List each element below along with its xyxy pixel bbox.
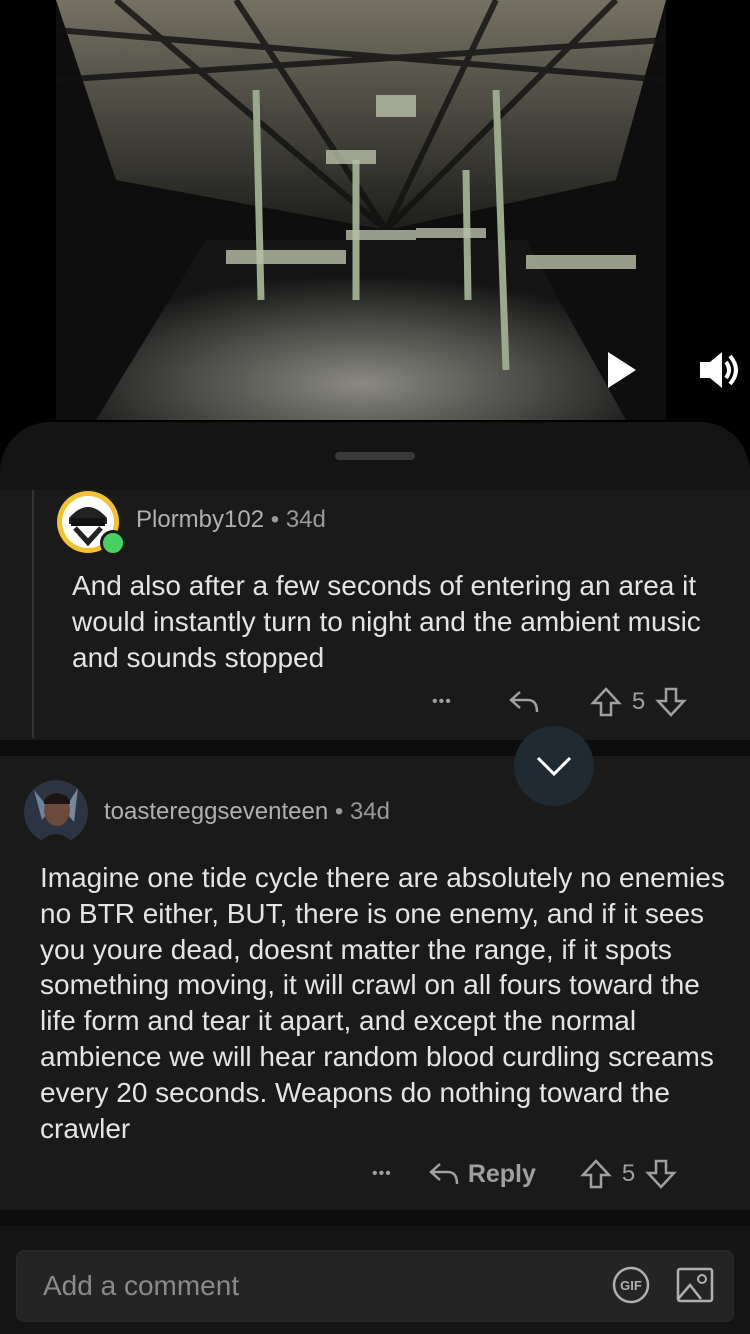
reply-button[interactable]	[508, 688, 540, 716]
downvote-icon	[645, 1159, 678, 1189]
comment: toastereggseventeen • 34d Imagine one ti…	[0, 756, 750, 1210]
comment-meta: toastereggseventeen • 34d	[104, 798, 390, 826]
comment-actions: ••• 5	[432, 686, 688, 718]
comment: Plormby102 • 34d And also after a few se…	[0, 490, 750, 740]
more-options-button[interactable]: •••	[432, 693, 452, 711]
reply-icon	[508, 691, 539, 713]
video-frame	[56, 0, 666, 420]
downvote-button[interactable]	[655, 686, 688, 718]
volume-button[interactable]	[694, 348, 744, 392]
meta-separator: •	[334, 798, 344, 825]
meta-separator: •	[270, 506, 280, 533]
downvote-button[interactable]	[645, 1158, 678, 1190]
more-options-button[interactable]: •••	[372, 1165, 392, 1183]
comments-sheet: Plormby102 • 34d And also after a few se…	[0, 422, 750, 1334]
comment-composer: Add a comment GIF	[0, 1226, 750, 1334]
reply-label: Reply	[467, 1159, 536, 1188]
gif-label: GIF	[620, 1278, 642, 1293]
username[interactable]: toastereggseventeen	[104, 798, 328, 825]
volume-icon	[700, 352, 738, 388]
image-upload-button[interactable]	[675, 1265, 715, 1305]
comment-input-placeholder: Add a comment	[43, 1270, 240, 1301]
upvote-button[interactable]	[589, 686, 622, 718]
comment-meta: Plormby102 • 34d	[136, 506, 326, 534]
comment-input[interactable]: Add a comment GIF	[16, 1250, 734, 1322]
image-icon	[676, 1267, 714, 1303]
downvote-icon	[655, 687, 688, 717]
reply-button[interactable]: Reply	[428, 1160, 536, 1189]
thread-line[interactable]	[32, 490, 34, 738]
chevron-down-icon	[536, 756, 572, 777]
comment-age: 34d	[349, 798, 390, 825]
avatar[interactable]	[24, 780, 88, 844]
comment-actions: ••• Reply 5	[372, 1158, 678, 1190]
video-player[interactable]	[0, 0, 750, 440]
sheet-drag-handle[interactable]	[335, 452, 415, 460]
comment-body: Imagine one tide cycle there are absolut…	[40, 862, 725, 1144]
play-button[interactable]	[600, 348, 644, 392]
reply-icon	[428, 1163, 459, 1185]
gif-button[interactable]: GIF	[611, 1265, 651, 1305]
divider	[0, 1210, 750, 1226]
comment-age: 34d	[285, 506, 326, 533]
play-icon	[608, 352, 636, 388]
comment-body: And also after a few seconds of entering…	[72, 570, 701, 673]
upvote-icon	[589, 687, 622, 717]
username[interactable]: Plormby102	[136, 506, 264, 533]
upvote-icon	[580, 1159, 612, 1189]
online-status-indicator	[100, 530, 126, 556]
upvote-button[interactable]	[580, 1158, 612, 1190]
vote-score: 5	[621, 1160, 636, 1187]
vote-score: 5	[631, 688, 646, 715]
scroll-down-button[interactable]	[514, 726, 594, 806]
divider	[0, 740, 750, 756]
